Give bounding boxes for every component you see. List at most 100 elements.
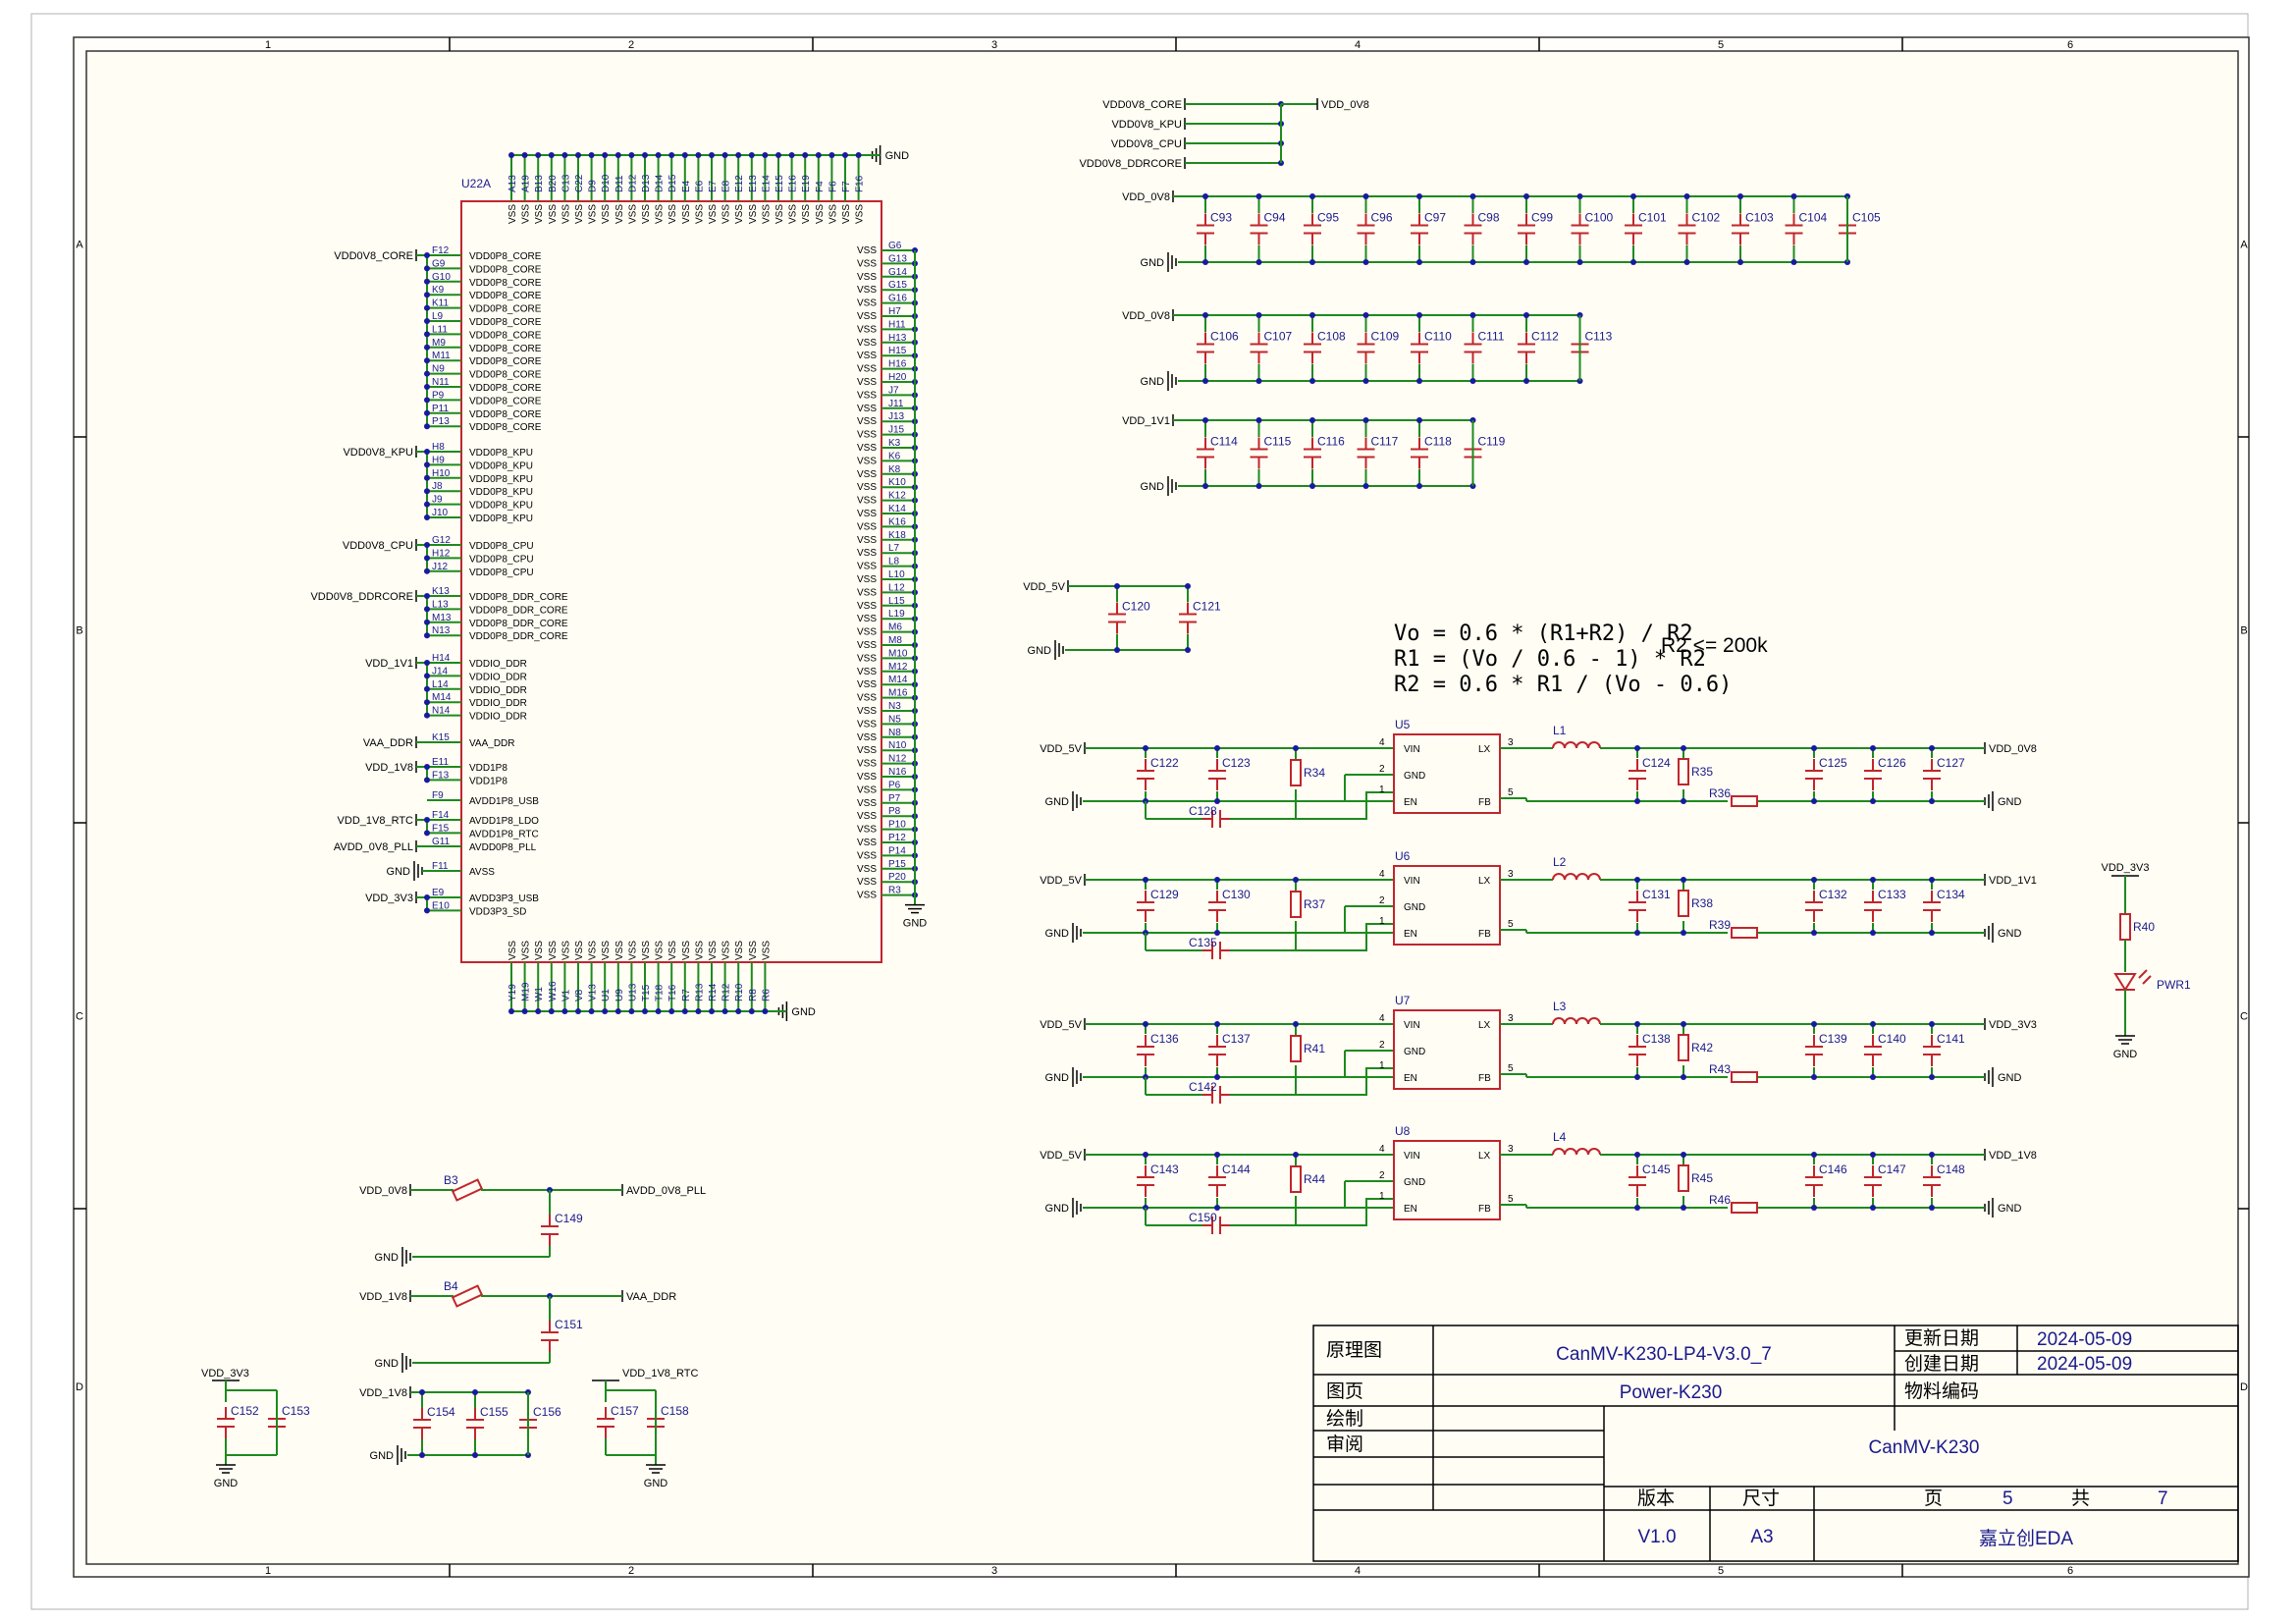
tb-label-page: 图页	[1326, 1380, 1363, 1402]
junction-dot	[1143, 745, 1148, 751]
pin-name: VSS	[721, 941, 732, 960]
pin-name: VSS	[857, 351, 877, 361]
junction-dot	[1362, 259, 1369, 265]
capacitor-label-C136: C136	[1150, 1032, 1179, 1046]
pin-number: P8	[888, 806, 901, 817]
junction-dot	[1185, 583, 1191, 589]
junction-dot	[1362, 378, 1369, 384]
junction-dot	[628, 152, 635, 158]
junction-dot	[508, 1008, 514, 1014]
tb-version: V1.0	[1637, 1527, 1676, 1547]
pin-name-en: EN	[1404, 929, 1417, 940]
capacitor-label-C96: C96	[1371, 211, 1393, 225]
pin-name: VSS	[857, 574, 877, 585]
capacitor-label-C93: C93	[1210, 211, 1232, 225]
pin-name-fb: FB	[1478, 929, 1491, 940]
junction-dot	[424, 344, 430, 351]
row-label: D	[2240, 1381, 2248, 1393]
pin-number: N3	[888, 701, 901, 712]
junction-dot	[1469, 312, 1476, 318]
capacitor-label-C107: C107	[1264, 330, 1293, 344]
resistor-label-R38: R38	[1691, 896, 1713, 910]
pin-name: VDDIO_DDR	[469, 659, 527, 670]
tb-tool: 嘉立创EDA	[1979, 1528, 2073, 1549]
pin-name: AVDD1P8_USB	[469, 796, 539, 807]
resistor-label-R43: R43	[1709, 1062, 1731, 1076]
pin-number: H13	[888, 333, 907, 344]
capacitor-label-C147: C147	[1878, 1163, 1906, 1176]
ground-label: GND	[214, 1478, 239, 1489]
pin-number: R3	[888, 886, 901, 896]
junction-dot	[602, 1008, 609, 1014]
pin-name: VSS	[857, 759, 877, 770]
junction-dot	[628, 1008, 635, 1014]
pin-number: E8	[721, 180, 732, 192]
pin-number: E10	[432, 900, 450, 911]
tb-project: CanMV-K230-LP4-V3.0_7	[1556, 1344, 1772, 1365]
net-flag: VDD0V8_CPU	[1111, 137, 1186, 150]
pin-name: VSS	[855, 204, 866, 224]
pin-num-3: 3	[1508, 737, 1514, 748]
junction-dot	[1870, 1152, 1876, 1158]
pin-name: VSS	[708, 941, 719, 960]
junction-dot	[1255, 193, 1262, 199]
inductor-label-L3: L3	[1553, 1000, 1567, 1013]
junction-dot	[1293, 1152, 1299, 1158]
pin-name: VSS	[627, 941, 638, 960]
junction-dot	[424, 304, 430, 311]
pin-num-4: 4	[1379, 869, 1385, 880]
pin-name: VDD0P8_CORE	[469, 344, 542, 354]
net-label: VDD0V8_CPU	[343, 540, 413, 552]
pin-name: VDD0P8_CORE	[469, 317, 542, 328]
junction-dot	[668, 152, 675, 158]
capacitor-label-C143: C143	[1150, 1163, 1179, 1176]
pin-name: AVSS	[469, 867, 495, 878]
pin-number: N11	[432, 377, 450, 388]
ground-label: GND	[2113, 1049, 2138, 1060]
pin-name: VSS	[857, 706, 877, 717]
junction-dot	[681, 152, 688, 158]
pin-name: VDD1P8	[469, 763, 507, 774]
pin-number: E6	[694, 180, 705, 192]
junction-dot	[1214, 877, 1220, 883]
junction-dot	[1255, 378, 1262, 384]
junction-dot	[1811, 1021, 1817, 1027]
net-flag: VDD_0V8	[359, 1184, 411, 1197]
pin-number: F13	[432, 770, 450, 781]
net-label: VDD_1V8_RTC	[338, 815, 413, 827]
junction-dot	[424, 474, 430, 481]
pin-name: VSS	[614, 941, 625, 960]
pin-name: VSS	[548, 204, 559, 224]
junction-dot	[1576, 259, 1583, 265]
junction-dot	[1202, 312, 1208, 318]
junction-dot	[424, 619, 430, 625]
pin-num-5: 5	[1508, 787, 1514, 798]
pin-name: VSS	[857, 364, 877, 375]
junction-dot	[1634, 930, 1640, 936]
pin-name-fb: FB	[1478, 1204, 1491, 1215]
net-label: VAA_DDR	[363, 737, 413, 749]
pin-name: VSS	[588, 204, 599, 224]
capacitor-label-C145: C145	[1642, 1163, 1671, 1176]
net-label: VDD_0V8	[1122, 191, 1170, 203]
ground-label: GND	[387, 866, 411, 878]
junction-dot	[1293, 1021, 1299, 1027]
regulator-designator-U5: U5	[1395, 718, 1411, 731]
capacitor-label-C151: C151	[555, 1318, 583, 1331]
pin-name: VSS	[548, 941, 559, 960]
ground-label: GND	[1045, 928, 1070, 940]
pin-name: VDD0P8_CORE	[469, 291, 542, 301]
junction-dot	[1469, 259, 1476, 265]
junction-dot	[535, 1008, 542, 1014]
pin-number: M9	[432, 338, 446, 349]
pin-number: H15	[888, 346, 907, 356]
pin-name-lx: LX	[1478, 876, 1491, 887]
capacitor-label-C128: C128	[1189, 804, 1217, 818]
pin-number: G12	[432, 535, 451, 546]
capacitor-label-C109: C109	[1371, 330, 1400, 344]
junction-dot	[614, 152, 621, 158]
col-label: 6	[2067, 1565, 2073, 1577]
capacitor-label-C148: C148	[1937, 1163, 1965, 1176]
pin-number: N16	[888, 767, 907, 778]
net-label: VDD_3V3	[1989, 1019, 2037, 1031]
